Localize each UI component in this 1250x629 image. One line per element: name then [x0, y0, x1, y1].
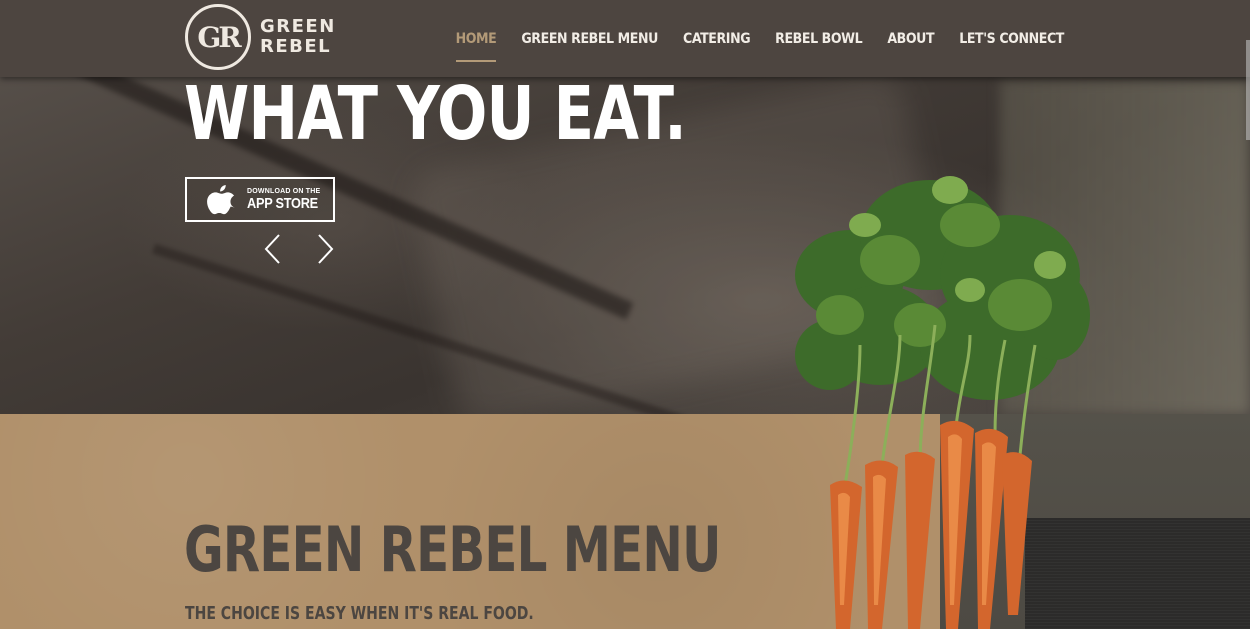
- brand-logo[interactable]: GR GREEN REBEL: [185, 4, 336, 70]
- nav-about[interactable]: ABOUT: [887, 31, 934, 47]
- nav-green-rebel-menu[interactable]: GREEN REBEL MENU: [521, 31, 658, 47]
- logo-wordmark-line2: REBEL: [260, 36, 332, 57]
- chevron-left-icon[interactable]: [262, 233, 284, 265]
- nav-lets-connect[interactable]: LET'S CONNECT: [959, 31, 1064, 47]
- app-store-label: DOWNLOAD ON THE APP STORE: [247, 188, 330, 212]
- logo-wordmark-line1: GREEN: [260, 16, 336, 37]
- nav-rebel-bowl[interactable]: REBEL BOWL: [775, 31, 863, 47]
- logo-wordmark: GREEN REBEL: [260, 17, 336, 57]
- menu-section-title: GREEN REBEL MENU: [184, 513, 721, 586]
- app-store-button[interactable]: DOWNLOAD ON THE APP STORE: [185, 177, 335, 222]
- logo-monogram-text: GR: [197, 20, 241, 54]
- menu-section-subtitle: THE CHOICE IS EASY WHEN IT'S REAL FOOD.: [185, 603, 534, 624]
- chevron-right-icon[interactable]: [314, 233, 336, 265]
- hero-heading: WHAT YOU EAT.: [184, 71, 687, 157]
- nav-catering[interactable]: CATERING: [683, 31, 751, 47]
- top-navbar: GR GREEN REBEL HOME GREEN REBEL MENU CAT…: [0, 0, 1250, 77]
- page-scrollbar[interactable]: [1246, 40, 1250, 140]
- carrots-image: [795, 176, 1090, 629]
- logo-monogram: GR: [185, 4, 251, 70]
- main-nav: HOME GREEN REBEL MENU CATERING REBEL BOW…: [431, 0, 1064, 77]
- nav-home[interactable]: HOME: [455, 31, 497, 62]
- app-store-big-label: APP STORE: [247, 194, 318, 212]
- apple-icon: [207, 184, 235, 214]
